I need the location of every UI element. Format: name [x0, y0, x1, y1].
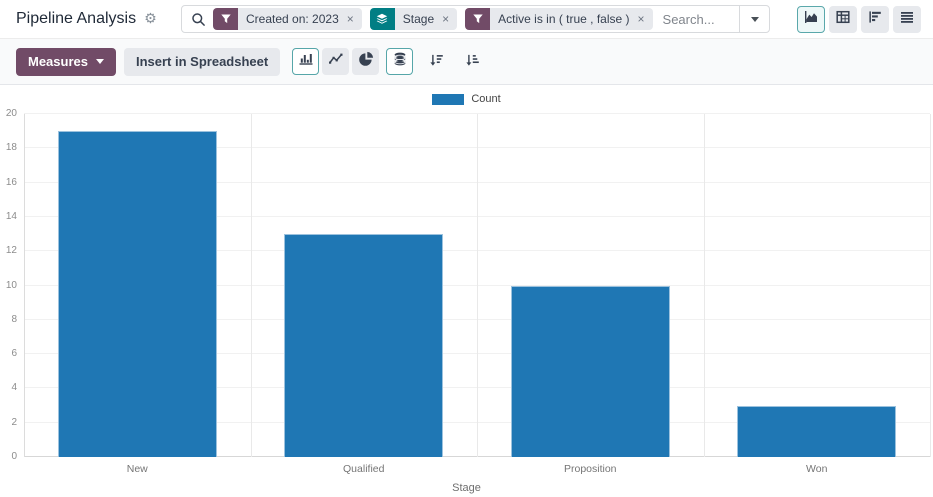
search-dropdown-toggle[interactable] [739, 6, 769, 32]
x-axis-title: Stage [0, 482, 933, 494]
line-chart-icon [328, 51, 344, 72]
search-facet-active: Active is in ( true , false ) × [465, 8, 652, 30]
caret-down-icon [96, 59, 104, 64]
bar-chart-button[interactable] [292, 48, 319, 75]
gear-icon[interactable]: ⚙ [144, 11, 157, 27]
gridline [930, 114, 931, 457]
cohort-icon [867, 9, 883, 30]
search-bar[interactable]: Created on: 2023 × Stage × Active is in … [181, 5, 770, 33]
y-tick-label: 14 [6, 211, 17, 222]
bar-chart-icon [298, 51, 314, 72]
plot [24, 114, 930, 457]
filter-icon [213, 8, 238, 30]
gridline [704, 114, 705, 457]
remove-facet-button[interactable]: × [442, 13, 449, 25]
x-tick-label: New [24, 457, 251, 475]
bar-won[interactable] [737, 406, 896, 457]
area-chart-icon [803, 9, 819, 30]
facet-label: Created on: 2023 [246, 12, 339, 26]
y-tick-label: 12 [6, 245, 17, 256]
x-axis-labels: NewQualifiedPropositionWon [24, 457, 930, 475]
search-facet-created-on: Created on: 2023 × [213, 8, 362, 30]
chart-plot-area: 02468101214161820 [0, 114, 933, 457]
bar-new[interactable] [58, 131, 217, 457]
pie-chart-icon [358, 51, 374, 72]
remove-facet-button[interactable]: × [347, 13, 354, 25]
caret-down-icon [751, 17, 759, 22]
pie-chart-button[interactable] [352, 48, 379, 75]
legend-label: Count [471, 93, 500, 105]
insert-in-spreadsheet-button[interactable]: Insert in Spreadsheet [124, 48, 280, 76]
graph-view: Count 0 2 4 6 8 10 12 14 16 18 20 NewQualifiedProp… [0, 85, 933, 494]
chart-type-buttons [292, 48, 485, 75]
y-tick-label: 16 [6, 177, 17, 188]
y-tick-label: 0 [11, 451, 17, 462]
facet-label: Stage [403, 12, 434, 26]
top-bar: Pipeline Analysis ⚙ Created on: 2023 × S… [0, 0, 933, 39]
sort-ascending-button[interactable] [459, 49, 485, 75]
chart-legend[interactable]: Count [0, 92, 933, 106]
list-icon [899, 9, 915, 30]
line-chart-button[interactable] [322, 48, 349, 75]
sort-amount-asc-icon [465, 53, 480, 71]
y-tick-label: 8 [11, 314, 17, 325]
view-switcher-list[interactable] [893, 6, 921, 33]
view-switcher [797, 6, 923, 33]
gridline [477, 114, 478, 457]
gridline [24, 114, 25, 457]
bar-qualified[interactable] [284, 234, 443, 457]
search-icon [182, 12, 213, 27]
breadcrumb: Pipeline Analysis ⚙ [16, 10, 181, 28]
search-input[interactable]: Search... [663, 12, 739, 27]
legend-swatch [432, 94, 464, 105]
bar-proposition[interactable] [511, 286, 670, 458]
filter-icon [465, 8, 490, 30]
y-tick-label: 4 [11, 382, 17, 393]
sort-amount-desc-icon [429, 53, 444, 71]
y-tick-label: 6 [11, 348, 17, 359]
measures-label: Measures [28, 54, 88, 69]
x-tick-label: Proposition [477, 457, 704, 475]
y-tick-label: 20 [6, 108, 17, 119]
y-axis: 02468101214161820 [0, 114, 24, 457]
stacked-database-icon [392, 51, 408, 72]
gridline [251, 114, 252, 457]
sort-descending-button[interactable] [423, 49, 449, 75]
pivot-table-icon [835, 9, 851, 30]
remove-facet-button[interactable]: × [638, 13, 645, 25]
control-panel: Measures Insert in Spreadsheet [0, 39, 933, 85]
page-title: Pipeline Analysis [16, 10, 136, 28]
facet-label: Active is in ( true , false ) [498, 12, 629, 26]
y-tick-label: 10 [6, 280, 17, 291]
layers-icon [370, 8, 395, 30]
y-tick-label: 18 [6, 142, 17, 153]
x-tick-label: Won [704, 457, 931, 475]
y-tick-label: 2 [11, 417, 17, 428]
measures-button[interactable]: Measures [16, 48, 116, 76]
view-switcher-cohort[interactable] [861, 6, 889, 33]
search-facet-stage: Stage × [370, 8, 457, 30]
stacked-button[interactable] [386, 48, 413, 75]
view-switcher-graph[interactable] [797, 6, 825, 33]
view-switcher-pivot[interactable] [829, 6, 857, 33]
x-tick-label: Qualified [251, 457, 478, 475]
